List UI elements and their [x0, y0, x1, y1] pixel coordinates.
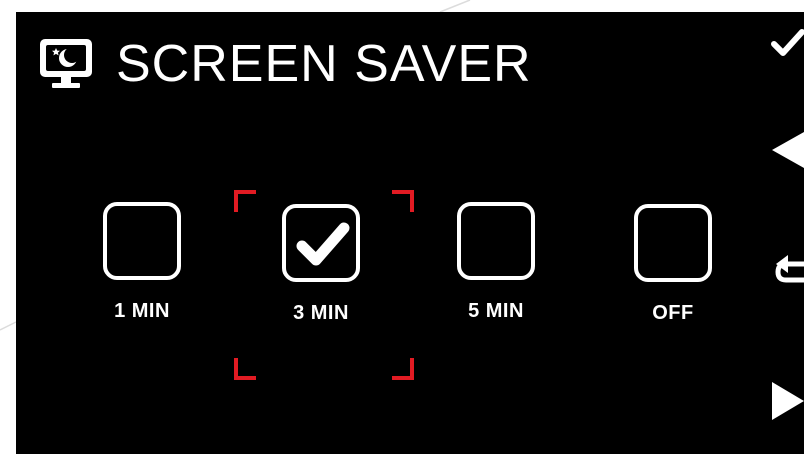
page-title: SCREEN SAVER — [116, 35, 532, 93]
right-arrow-icon[interactable] — [770, 380, 804, 422]
screen-saver-panel: SCREEN SAVER 1 MIN 3 MIN 5 MIN OFF — [16, 12, 804, 454]
option-label: OFF — [652, 302, 694, 324]
left-arrow-icon[interactable] — [770, 130, 804, 170]
check-icon[interactable] — [770, 26, 804, 60]
checkmark-icon — [296, 222, 350, 266]
option-label: 5 MIN — [468, 300, 524, 322]
selection-corner — [392, 190, 414, 212]
monitor-moon-icon — [40, 39, 92, 88]
header: SCREEN SAVER — [38, 34, 532, 94]
selection-corner — [234, 358, 256, 380]
option-label: 3 MIN — [293, 302, 349, 324]
selection-corner — [392, 358, 414, 380]
checkbox[interactable] — [457, 202, 535, 280]
checkbox[interactable] — [103, 202, 181, 280]
selection-corner — [234, 190, 256, 212]
return-icon[interactable] — [774, 252, 804, 292]
checkbox-checked[interactable] — [282, 204, 360, 282]
checkbox[interactable] — [634, 204, 712, 282]
option-label: 1 MIN — [114, 300, 170, 322]
